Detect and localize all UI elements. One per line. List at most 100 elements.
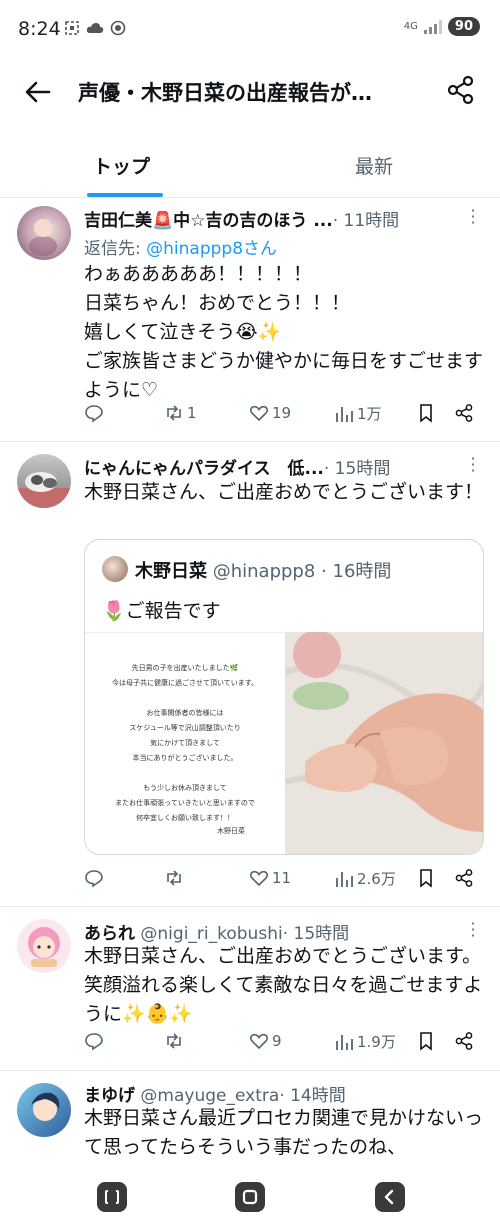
announcement-letter-image: 先日男の子を出産いたしました🌿 今は母子共に健康に過ごさせて頂いています。 お仕…	[85, 632, 285, 854]
bookmark-button[interactable]	[416, 403, 436, 423]
letter-line: 先日男の子を出産いたしました🌿	[131, 664, 239, 672]
views-count: 1万	[357, 405, 382, 423]
reply-button[interactable]	[84, 1031, 107, 1051]
tweet-actions: 11 2.6万	[84, 868, 476, 898]
letter-line: スケジュール等で沢山調整頂いたり	[129, 724, 241, 732]
tweet-handle[interactable]: @mayuge_extra	[140, 1086, 279, 1106]
back-button[interactable]	[375, 1182, 405, 1212]
share-tweet-button[interactable]	[454, 868, 474, 888]
home-button[interactable]	[235, 1182, 265, 1212]
quoted-media[interactable]: 先日男の子を出産いたしました🌿 今は母子共に健康に過ごさせて頂いています。 お仕…	[85, 632, 483, 854]
network-type: 4G	[403, 20, 418, 32]
reply-button[interactable]	[84, 403, 107, 423]
retweet-button[interactable]	[164, 868, 187, 888]
avatar[interactable]	[17, 454, 71, 508]
share-tweet-button[interactable]	[454, 403, 474, 423]
more-options-icon[interactable]: · · ·	[470, 451, 476, 479]
bookmark-icon	[420, 869, 432, 888]
bookmark-button[interactable]	[416, 868, 436, 888]
tweet-author[interactable]: あられ	[84, 924, 135, 944]
heart-icon	[250, 405, 268, 422]
tweet-time: · 15時間	[323, 459, 391, 479]
tweet-time: · 15時間	[282, 924, 350, 944]
like-count: 19	[272, 404, 292, 422]
retweet-button[interactable]	[164, 1031, 187, 1051]
heart-icon	[250, 1033, 268, 1050]
status-system-icons: 4G 90	[404, 17, 480, 36]
tweet-time: · 11時間	[332, 211, 400, 231]
tweet-author[interactable]: まゆげ	[84, 1086, 135, 1106]
active-tab-indicator	[87, 193, 163, 197]
search-tabs: トップ 最新	[0, 130, 500, 198]
tweet-item[interactable]: にゃんにゃんパラダイス 低...· 15時間 · · · 木野日菜さん、ご出産おめで…	[0, 442, 500, 906]
target-icon	[110, 20, 126, 36]
quoted-handle: @hinappp8	[212, 561, 316, 582]
views-button[interactable]: 1万	[334, 403, 382, 424]
tweet-item[interactable]: あられ @nigi_ri_kobushi· 15時間 · · · 木野日菜さん、ご出…	[0, 907, 500, 1070]
more-options-icon[interactable]: · · ·	[470, 916, 476, 944]
reply-icon	[85, 1033, 103, 1051]
tweet-text: 木野日菜さん最近プロセカ関連で見かけないって思ってたらそういう事だったのね、	[84, 1107, 484, 1158]
views-chart-icon	[336, 871, 353, 887]
share-tweet-button[interactable]	[454, 1031, 474, 1051]
tweet-item[interactable]: まゆげ @mayuge_extra· 14時間 木野日菜さん最近プロセカ関連で見…	[0, 1071, 500, 1168]
tweet-meta: まゆげ @mayuge_extra· 14時間	[84, 1081, 346, 1106]
tweet-actions: 1 19 1万	[84, 403, 476, 433]
views-chart-icon	[336, 1034, 353, 1050]
like-button[interactable]: 9	[249, 1031, 282, 1051]
reply-handle-link[interactable]: @hinappp8さん	[146, 239, 277, 259]
tweet-item[interactable]: 吉田仁美🚨中☆吉の吉のほう ...· 11時間 · · · 返信先: @hinapp…	[0, 199, 500, 441]
quoted-avatar	[102, 556, 128, 582]
avatar[interactable]	[17, 206, 71, 260]
tweet-meta: にゃんにゃんパラダイス 低...· 15時間	[84, 454, 390, 479]
tweet-actions: 9 1.9万	[84, 1031, 476, 1061]
status-time: 8:24	[18, 18, 61, 40]
tab-top[interactable]: トップ	[93, 152, 150, 179]
like-button[interactable]: 11	[249, 868, 291, 888]
home-icon	[242, 1189, 258, 1205]
status-notification-icons	[64, 20, 126, 36]
quoted-time: · 16時間	[321, 561, 392, 582]
tweet-meta: あられ @nigi_ri_kobushi· 15時間	[84, 919, 349, 944]
tweet-author[interactable]: にゃんにゃんパラダイス 低...	[84, 459, 324, 479]
quoted-text: 🌷ご報告です	[102, 600, 221, 622]
bookmark-icon	[420, 1032, 432, 1051]
avatar[interactable]	[17, 919, 71, 973]
share-icon[interactable]	[446, 74, 476, 106]
tweet-author[interactable]: 吉田仁美🚨中☆吉の吉のほう ...	[84, 211, 333, 231]
views-count: 2.6万	[357, 870, 396, 888]
back-chevron-icon	[384, 1189, 394, 1205]
reply-prefix: 返信先:	[84, 239, 147, 259]
like-button[interactable]: 19	[249, 403, 291, 423]
retweet-icon	[167, 405, 181, 421]
retweet-button[interactable]: 1	[164, 403, 197, 423]
screenshot-icon	[65, 21, 79, 35]
retweet-icon	[167, 1033, 181, 1049]
battery-indicator: 90	[447, 17, 480, 36]
letter-line: またお仕事頑張っていきたいと思いますので	[115, 799, 255, 807]
more-options-icon[interactable]: · · ·	[470, 203, 476, 231]
reply-button[interactable]	[84, 868, 107, 888]
letter-line: 今は母子共に健康に過ごさせて頂いています。	[111, 679, 259, 687]
views-button[interactable]: 2.6万	[334, 868, 396, 889]
cloud-icon	[86, 23, 104, 33]
system-navigation-bar	[0, 1168, 500, 1228]
retweet-count: 1	[187, 404, 197, 422]
tweet-text: 木野日菜さん、ご出産おめでとうございます。笑顔溢れる楽しくて素敵な日々を過ごせま…	[84, 945, 483, 1025]
recent-apps-icon	[105, 1190, 119, 1204]
views-button[interactable]: 1.9万	[334, 1031, 396, 1052]
share-icon	[455, 1032, 473, 1050]
tab-latest[interactable]: 最新	[355, 152, 393, 179]
recent-apps-button[interactable]	[97, 1182, 127, 1212]
back-arrow-icon[interactable]	[22, 76, 54, 108]
page-title: 声優・木野日菜の出産報告が…	[78, 81, 372, 105]
bookmark-button[interactable]	[416, 1031, 436, 1051]
reply-context: 返信先: @hinappp8さん	[84, 234, 277, 259]
heart-icon	[250, 870, 268, 887]
status-bar: 8:24 4G 90	[0, 0, 500, 60]
views-count: 1.9万	[357, 1033, 396, 1051]
avatar[interactable]	[17, 1083, 71, 1137]
quoted-tweet[interactable]: 木野日菜 @hinappp8 · 16時間 🌷ご報告です 先日男の子を出産いたし…	[84, 539, 484, 855]
baby-hands-photo	[285, 632, 483, 854]
tweet-handle[interactable]: @nigi_ri_kobushi	[140, 924, 282, 944]
